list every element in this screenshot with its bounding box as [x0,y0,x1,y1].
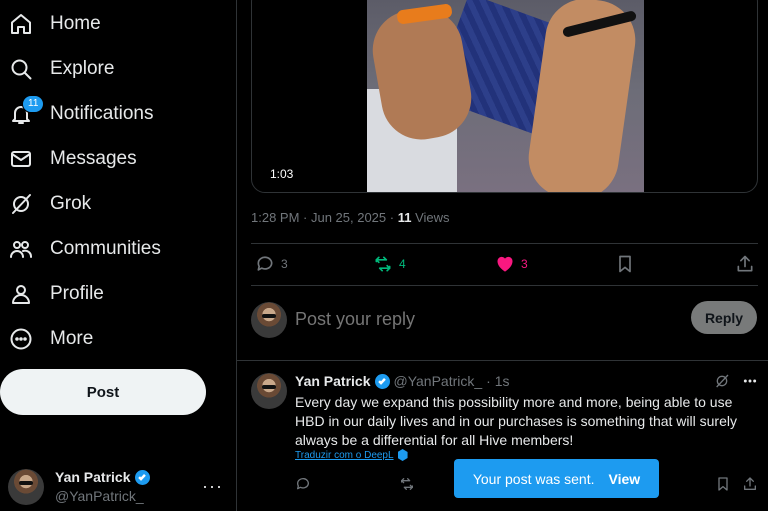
verified-badge-icon [134,469,150,485]
views-count: 11 [397,210,412,225]
video-thumbnail [367,0,644,192]
translate-label: Traduzir com o DeepL [295,449,394,461]
sidebar-item-grok[interactable]: Grok [0,181,230,226]
views-label: Views [411,210,450,225]
grok-icon[interactable] [714,373,730,389]
avatar [8,469,44,505]
tweet-text: Every day we expand this possibility mor… [295,394,737,448]
sidebar: Home Explore 11 Notifications Messages G… [0,0,237,511]
notification-badge: 11 [22,94,45,113]
post-button[interactable]: Post [0,369,206,415]
divider [251,243,758,244]
reply-icon[interactable] [295,476,311,492]
video-player[interactable]: 1:03 [251,0,758,193]
reply-count: 3 [281,257,288,271]
sidebar-item-label: Grok [50,192,92,214]
account-switcher[interactable]: Yan Patrick @YanPatrick_ ··· [0,466,230,510]
share-action[interactable] [735,254,755,274]
repost-icon [375,256,391,272]
reply-input[interactable] [295,306,675,332]
repost-action[interactable]: 4 [373,254,406,274]
more-circle-icon [8,326,34,352]
tweet-header-icons [714,373,758,389]
heart-icon [497,256,513,272]
toast-notification: Your post was sent. View [454,459,659,498]
bookmark-icon [619,255,631,273]
like-action[interactable]: 3 [495,254,528,274]
repost-icon[interactable] [399,476,415,492]
post-meta: 1:28 PM · Jun 25, 2025 · 11 Views [251,210,450,225]
reply-icon [257,256,273,271]
tweet-header: Yan Patrick @YanPatrick_ · 1s [295,373,510,389]
sidebar-item-more[interactable]: More [0,316,230,361]
share-icon[interactable] [742,476,758,492]
share-icon [737,255,753,272]
repost-count: 4 [399,257,406,271]
sidebar-item-home[interactable]: Home [0,1,230,46]
person-icon [8,281,34,307]
reply-button[interactable]: Reply [691,301,757,334]
grok-icon [8,191,34,217]
sidebar-item-label: Profile [50,282,104,304]
sidebar-item-label: More [50,327,94,349]
home-icon [8,11,34,37]
sidebar-item-label: Notifications [50,102,154,124]
sidebar-item-communities[interactable]: Communities [0,226,230,271]
verified-badge-icon [374,373,390,389]
avatar [251,373,287,409]
sidebar-item-explore[interactable]: Explore [0,46,230,91]
sidebar-item-messages[interactable]: Messages [0,136,230,181]
tweet-author-handle[interactable]: @YanPatrick_ [394,373,483,389]
envelope-icon [8,146,34,172]
tweet-time: · 1s [486,373,510,389]
reply-action[interactable]: 3 [255,254,288,274]
tweet-author-name[interactable]: Yan Patrick [295,373,371,389]
main-column: 1:03 1:28 PM · Jun 25, 2025 · 11 Views 3… [237,0,768,511]
reply-composer: Reply [251,300,758,340]
account-name: Yan Patrick [55,469,131,485]
toast-message: Your post was sent. [472,470,595,487]
post-timestamp: 1:28 PM · Jun 25, 2025 · [251,210,398,225]
toast-view-link[interactable]: View [609,471,641,487]
like-count: 3 [521,257,528,271]
more-options-icon[interactable] [742,373,758,389]
sidebar-item-label: Messages [50,147,137,169]
sidebar-item-label: Home [50,12,101,34]
more-options-icon[interactable]: ··· [202,476,223,497]
account-handle: @YanPatrick_ [55,488,144,504]
bell-icon: 11 [8,94,45,127]
deepl-icon [397,449,408,461]
post-actions: 3 4 3 [251,254,758,276]
avatar [251,302,287,338]
bookmark-action[interactable] [615,254,635,274]
sidebar-item-label: Communities [50,237,161,259]
translate-link[interactable]: Traduzir com o DeepL [295,449,408,461]
sidebar-item-notifications[interactable]: 11 Notifications [0,91,230,136]
app-root: Home Explore 11 Notifications Messages G… [0,0,768,511]
divider [251,285,758,286]
sidebar-item-profile[interactable]: Profile [0,271,230,316]
video-duration: 1:03 [270,167,294,181]
sidebar-item-label: Explore [50,57,115,79]
search-icon [8,56,34,82]
people-icon [8,236,34,262]
account-name-row: Yan Patrick [55,469,150,485]
bookmark-icon[interactable] [715,476,731,492]
